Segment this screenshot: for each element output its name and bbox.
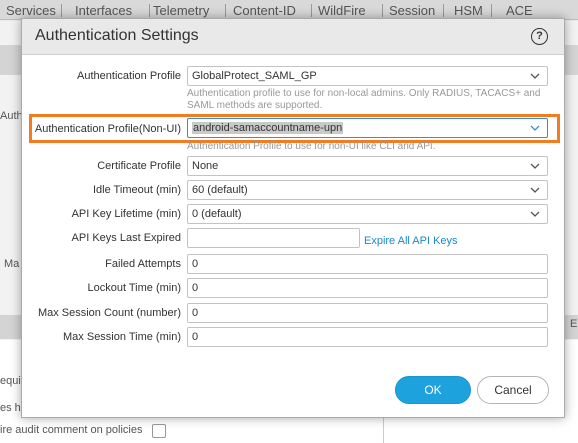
api-key-lifetime-select[interactable]: 0 (default) [187,204,548,224]
bg-tab-ace[interactable]: ACE [506,3,533,18]
bg-tab-content-id[interactable]: Content-ID [233,3,296,18]
auth-profile-nonui-value: android-samaccountname-upn [192,122,344,134]
failed-attempts-value: 0 [192,258,199,270]
certificate-profile-select[interactable]: None [187,156,548,176]
lockout-time-input[interactable]: 0 [187,278,548,298]
auth-profile-select[interactable]: GlobalProtect_SAML_GP [187,66,548,86]
bg-tab-wildfire[interactable]: WildFire [318,3,366,18]
tab-separator [149,4,150,17]
bg-label-audit-comment: ire audit comment on policies [0,424,143,436]
auth-profile-nonui-help: Authentication Profile to use for non-UI… [187,141,436,152]
bg-tab-hsm[interactable]: HSM [454,3,483,18]
idle-timeout-value: 60 (default) [192,184,248,196]
failed-attempts-input[interactable]: 0 [187,254,548,274]
lockout-time-value: 0 [192,282,199,294]
background-tab-bar: Services Interfaces Telemetry Content-ID… [0,0,578,20]
bg-label-requ: equi [0,375,21,387]
chevron-down-icon [530,211,540,217]
cancel-button[interactable]: Cancel [477,376,549,404]
max-session-count-value: 0 [192,307,199,319]
bg-label-right: E [570,318,578,330]
certificate-profile-value: None [192,160,219,172]
tab-separator [61,4,62,17]
bg-label-ma: Ma [4,258,20,270]
api-keys-last-expired-label: API Keys Last Expired [71,232,181,244]
tab-separator [491,4,492,17]
tab-separator [382,4,383,17]
authentication-settings-dialog: Authentication Settings ? Authentication… [21,18,565,418]
max-session-time-input[interactable]: 0 [187,327,548,347]
max-session-time-value: 0 [192,331,199,343]
auth-profile-help: Authentication profile to use for non-lo… [187,88,541,111]
chevron-down-icon [530,125,540,131]
api-key-lifetime-label: API Key Lifetime (min) [71,208,181,220]
auth-profile-value: GlobalProtect_SAML_GP [192,70,317,82]
chevron-down-icon [530,163,540,169]
bg-tab-session[interactable]: Session [389,3,435,18]
dialog-title: Authentication Settings [35,27,199,44]
api-keys-last-expired-input[interactable] [187,228,360,248]
tab-separator [311,4,312,17]
bg-label-es-ha: es ha [0,402,21,414]
max-session-count-label: Max Session Count (number) [37,307,181,319]
audit-comment-checkbox[interactable] [152,424,166,438]
auth-profile-nonui-select[interactable]: android-samaccountname-upn [187,118,548,138]
bg-tab-interfaces[interactable]: Interfaces [75,3,132,18]
dialog-header: Authentication Settings ? [22,19,564,55]
ok-button[interactable]: OK [395,376,471,404]
help-icon[interactable]: ? [531,28,548,45]
auth-profile-label: Authentication Profile [77,70,181,82]
chevron-down-icon [530,187,540,193]
api-key-lifetime-value: 0 (default) [192,208,242,220]
idle-timeout-label: Idle Timeout (min) [92,184,181,196]
bg-label-auth: Auth [0,110,21,122]
expire-all-api-keys-link[interactable]: Expire All API Keys [364,235,458,247]
max-session-count-input[interactable]: 0 [187,303,548,323]
certificate-profile-label: Certificate Profile [97,160,181,172]
tab-separator [443,4,444,17]
idle-timeout-select[interactable]: 60 (default) [187,180,548,200]
chevron-down-icon [530,73,540,79]
max-session-time-label: Max Session Time (min) [63,331,181,343]
bg-tab-telemetry[interactable]: Telemetry [153,3,209,18]
lockout-time-label: Lockout Time (min) [87,282,181,294]
failed-attempts-label: Failed Attempts [105,258,181,270]
tab-separator [225,4,226,17]
auth-profile-nonui-label: Authentication Profile(Non-UI) [34,123,181,135]
bg-tab-services[interactable]: Services [6,3,56,18]
